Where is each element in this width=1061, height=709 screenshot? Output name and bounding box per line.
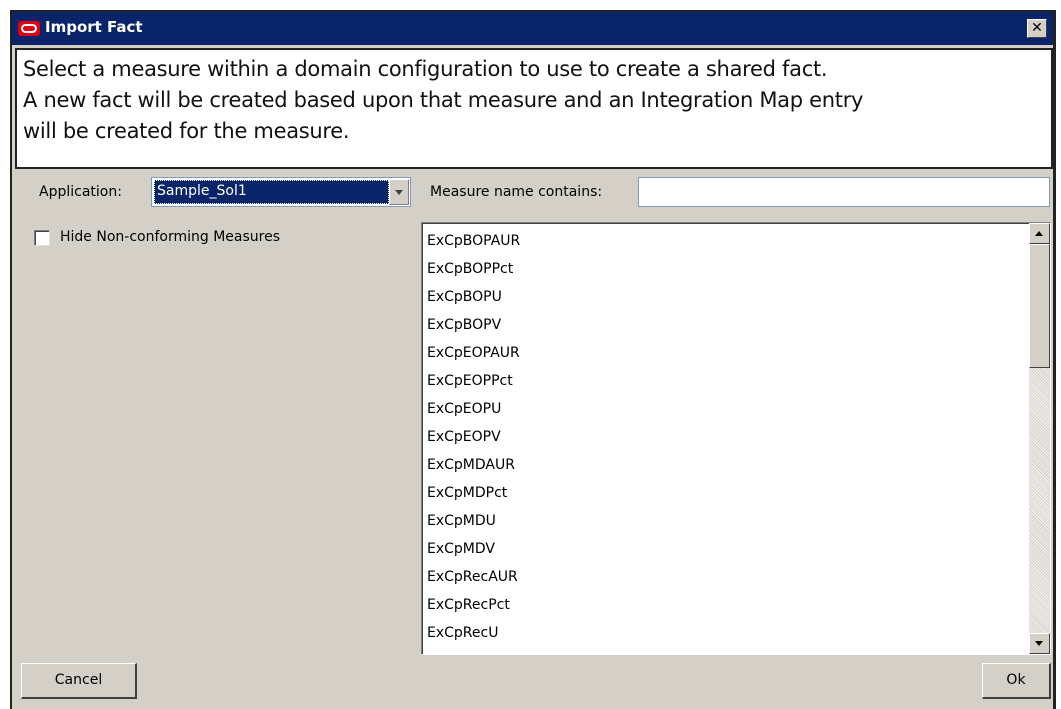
close-icon: ✕ (1031, 20, 1043, 36)
description-box: Select a measure within a domain configu… (15, 48, 1053, 169)
window-title: Import Fact (45, 18, 143, 36)
list-item[interactable]: ExCpBOPU (425, 283, 1028, 311)
list-item[interactable]: ExCpBOPV (425, 311, 1028, 339)
application-select[interactable]: Sample_Sol1 (151, 177, 411, 207)
close-button[interactable]: ✕ (1027, 19, 1047, 38)
list-item[interactable]: ExCpRecAUR (425, 563, 1028, 591)
ok-button[interactable]: Ok (982, 663, 1051, 699)
cancel-button[interactable]: Cancel (21, 663, 137, 699)
application-selected-value[interactable]: Sample_Sol1 (154, 180, 389, 204)
import-fact-dialog: Import Fact ✕ Select a measure within a … (10, 10, 1056, 709)
application-label: Application: (39, 184, 122, 200)
list-item[interactable]: ExCpRecU (425, 619, 1028, 647)
vertical-scrollbar[interactable] (1029, 223, 1050, 654)
list-item[interactable]: ExCpMDU (425, 507, 1028, 535)
list-item[interactable]: ExCpMDV (425, 535, 1028, 563)
measure-list[interactable]: ExCpBOPAUR ExCpBOPPct ExCpBOPU ExCpBOPV ExCp… (421, 222, 1051, 655)
list-item[interactable]: ExCpEOPAUR (425, 339, 1028, 367)
list-item[interactable]: ExCpMDAUR (425, 451, 1028, 479)
scroll-up-icon[interactable] (1029, 223, 1050, 244)
measure-filter-input[interactable] (638, 177, 1050, 207)
description-line: Select a measure within a domain configu… (23, 57, 828, 81)
list-item[interactable]: ExCpRecPct (425, 591, 1028, 619)
title-bar[interactable]: Import Fact ✕ (12, 12, 1053, 45)
scroll-down-icon[interactable] (1029, 633, 1050, 654)
list-item[interactable]: ExCpMDPct (425, 479, 1028, 507)
scrollbar-thumb[interactable] (1029, 244, 1050, 368)
chevron-down-icon[interactable] (389, 179, 409, 205)
list-item[interactable]: ExCpBOPPct (425, 255, 1028, 283)
list-item[interactable]: ExCpBOPAUR (425, 227, 1028, 255)
description-line: A new fact will be created based upon th… (23, 88, 864, 112)
list-item[interactable]: ExCpEOPU (425, 395, 1028, 423)
list-item[interactable]: ExCpEOPPct (425, 367, 1028, 395)
list-item[interactable]: ExCpRecV (425, 647, 1028, 654)
oracle-logo-icon (18, 21, 40, 36)
description-line: will be created for the measure. (23, 119, 350, 143)
measure-filter-label: Measure name contains: (430, 184, 603, 200)
list-item[interactable]: ExCpEOPV (425, 423, 1028, 451)
hide-nonconforming-checkbox[interactable] (34, 230, 50, 246)
hide-nonconforming-label[interactable]: Hide Non-conforming Measures (60, 229, 280, 245)
measure-list-items: ExCpBOPAUR ExCpBOPPct ExCpBOPU ExCpBOPV ExCp… (425, 227, 1028, 654)
